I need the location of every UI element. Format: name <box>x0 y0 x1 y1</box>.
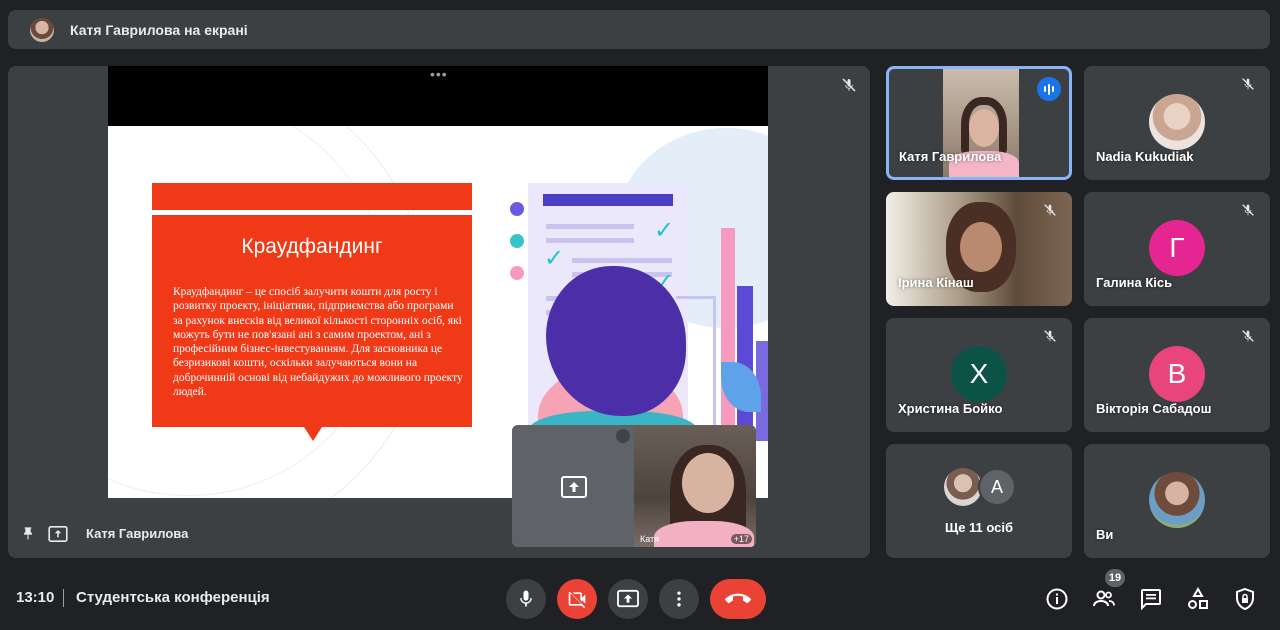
meeting-clock: 13:10 <box>16 589 55 606</box>
bottom-toolbar: 13:10 Студентська конференція 19 <box>0 565 1280 630</box>
avatar: Х <box>951 346 1007 402</box>
people-icon <box>1093 590 1115 607</box>
avatar <box>1149 472 1205 528</box>
host-controls-button[interactable] <box>1233 587 1257 611</box>
mic-off-icon <box>842 78 856 92</box>
presenting-banner: Катя Гаврилова на екрані <box>8 10 1270 49</box>
chat-icon <box>1141 589 1161 611</box>
self-view-thumbnail[interactable]: Катя +17 <box>512 425 756 547</box>
participant-tile[interactable]: Nadia Kukudiak <box>1084 66 1270 180</box>
avatar: Г <box>1149 220 1205 276</box>
chat-button[interactable] <box>1139 587 1163 611</box>
activities-button[interactable] <box>1186 587 1210 611</box>
more-options-button[interactable] <box>659 579 699 619</box>
mic-off-icon <box>1044 330 1056 342</box>
meeting-details-button[interactable] <box>1045 587 1069 611</box>
presenting-banner-text: Катя Гаврилова на екрані <box>70 21 248 38</box>
slide-body: Краудфандинг – це спосіб залучити кошти … <box>173 286 463 399</box>
avatar <box>944 468 982 506</box>
presenter-avatar <box>30 17 54 42</box>
avatar: В <box>1149 346 1205 402</box>
pin-icon[interactable] <box>20 526 36 542</box>
more-participants-label: Ще 11 осіб <box>944 520 1014 535</box>
participant-name: Катя Гаврилова <box>899 149 1002 164</box>
participant-name: Галина Кісь <box>1096 275 1173 290</box>
present-to-all-icon <box>48 526 68 542</box>
present-screen-icon <box>561 476 587 498</box>
mic-off-icon <box>1242 204 1254 216</box>
meeting-title: Студентська конференція <box>76 589 270 606</box>
mic-off-icon <box>1242 78 1254 90</box>
leave-call-button[interactable] <box>710 579 766 619</box>
slide-top-bar <box>152 183 472 210</box>
participant-tile[interactable]: Х Христина Бойко <box>886 318 1072 432</box>
avatar <box>1149 94 1205 150</box>
presentation-stage[interactable]: ••• Краудфандинг Краудфандинг – це спосі… <box>8 66 870 558</box>
info-icon <box>1046 588 1068 610</box>
speaking-indicator-icon <box>1037 77 1061 101</box>
more-vert-icon <box>677 591 681 607</box>
participant-name: Ви <box>1096 527 1114 542</box>
participant-name: Христина Бойко <box>898 401 1003 416</box>
participant-name: Вікторія Сабадош <box>1096 401 1212 416</box>
end-call-icon <box>725 593 751 604</box>
present-screen-icon <box>617 589 639 608</box>
host-controls-icon <box>1236 587 1254 611</box>
participants-count-badge: 19 <box>1105 569 1125 587</box>
microphone-button[interactable] <box>506 579 546 619</box>
slide-text-box: Краудфандинг Краудфандинг – це спосіб за… <box>152 215 472 427</box>
avatar: A <box>978 468 1016 506</box>
self-view-label: Катя <box>640 534 660 544</box>
mic-off-icon <box>616 429 630 443</box>
show-everyone-button[interactable] <box>1092 587 1116 611</box>
present-now-button[interactable] <box>608 579 648 619</box>
self-tile[interactable]: Ви <box>1084 444 1270 558</box>
more-dots-icon[interactable]: ••• <box>430 66 448 82</box>
presenter-name: Катя Гаврилова <box>86 526 189 541</box>
mic-off-icon <box>1044 204 1056 216</box>
hidden-participants-count: +17 <box>730 534 752 544</box>
participant-tile[interactable]: Катя Гаврилова <box>886 66 1072 180</box>
more-participants-tile[interactable]: A Ще 11 осіб <box>886 444 1072 558</box>
participant-name: Ірина Кінаш <box>898 275 974 290</box>
participant-tile[interactable]: Ірина Кінаш <box>886 192 1072 306</box>
slide-title: Краудфандинг <box>241 235 383 258</box>
participant-name: Nadia Kukudiak <box>1096 149 1194 164</box>
participant-tile[interactable]: В Вікторія Сабадош <box>1084 318 1270 432</box>
camera-off-icon <box>568 591 586 609</box>
microphone-icon <box>520 590 532 607</box>
activities-icon <box>1188 587 1208 609</box>
mic-off-icon <box>1242 330 1254 342</box>
participant-tile[interactable]: Г Галина Кісь <box>1084 192 1270 306</box>
camera-toggle-button[interactable] <box>557 579 597 619</box>
